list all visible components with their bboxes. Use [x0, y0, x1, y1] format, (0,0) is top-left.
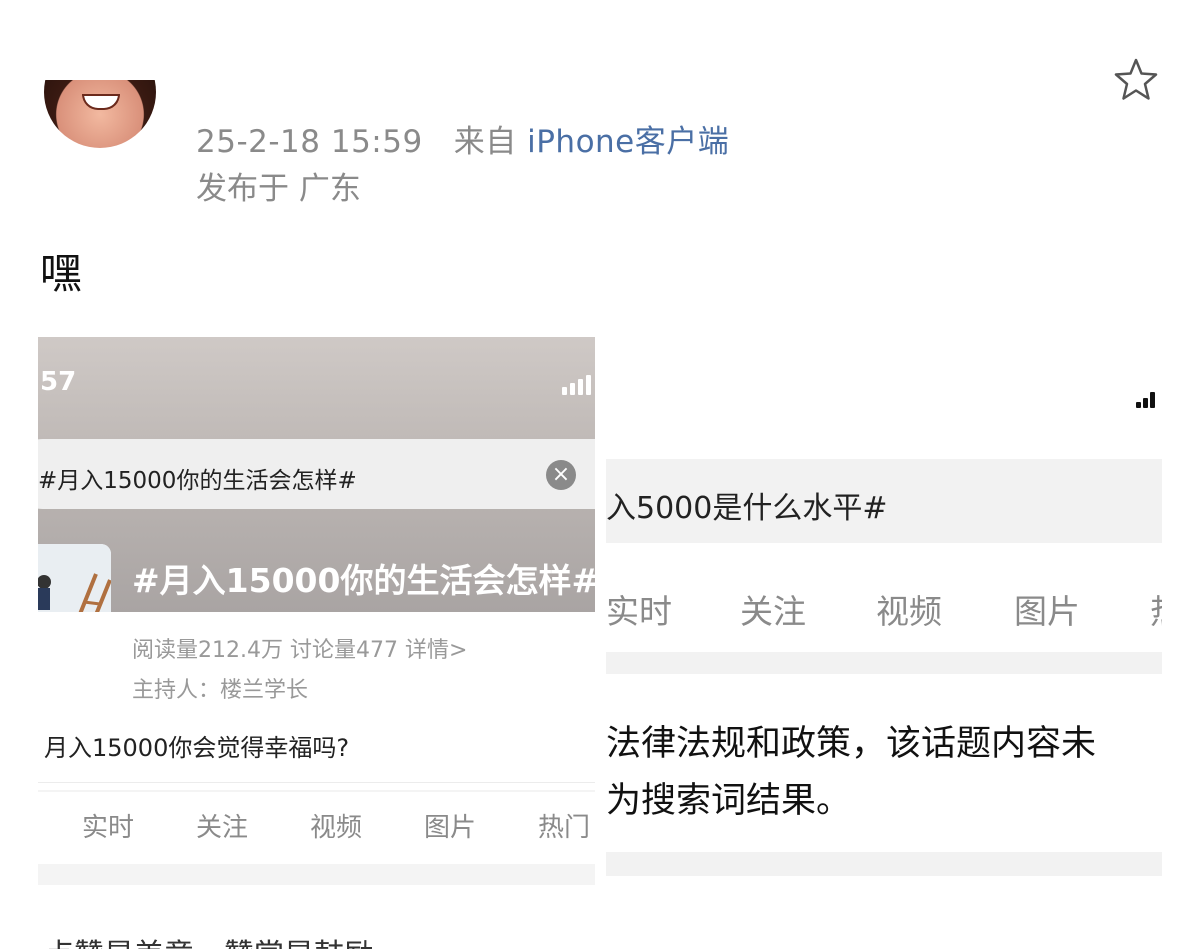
- tab-follow[interactable]: 关注: [740, 585, 806, 633]
- source-prefix: 来自: [453, 124, 517, 160]
- signal-icon: [1136, 389, 1157, 408]
- tab-hot[interactable]: 热门: [538, 807, 590, 844]
- tab-images[interactable]: 图片: [1014, 585, 1080, 633]
- topic-stats[interactable]: 阅读量212.4万 讨论量477 详情>: [132, 632, 467, 664]
- post-time: 25-2-18 15:59: [196, 124, 423, 160]
- topic-host: 主持人：楼兰学长: [132, 678, 309, 703]
- tab-video[interactable]: 视频: [310, 807, 362, 844]
- notice-line-2: 为搜索词结果。: [606, 781, 852, 821]
- search-value: #月入15000你的生活会怎样#: [38, 468, 357, 494]
- post-text: 嘿: [40, 249, 83, 298]
- post-image-right[interactable]: 入5000是什么水平# 实时 关注 视频 图片 热 法律法规和政策，该话题内容未…: [606, 337, 1162, 893]
- divider: [38, 782, 595, 783]
- star-outline-icon[interactable]: [1112, 56, 1160, 104]
- topic-question: 月入15000你会觉得幸福吗?: [44, 734, 350, 762]
- search-value: 入5000是什么水平#: [606, 491, 888, 526]
- footer-text: 点赞是美意，赞赏是鼓励: [44, 930, 374, 949]
- tab-hot[interactable]: 热: [1150, 585, 1162, 633]
- tab-realtime[interactable]: 实时: [606, 585, 672, 633]
- post-meta: 25-2-18 15:59 来自 iPhone客户端: [196, 116, 729, 161]
- tab-images[interactable]: 图片: [424, 807, 476, 844]
- tab-realtime[interactable]: 实时: [82, 807, 134, 844]
- tab-video[interactable]: 视频: [876, 585, 942, 633]
- signal-icon: [562, 375, 594, 395]
- tab-follow[interactable]: 关注: [196, 807, 248, 844]
- section-gap: [606, 852, 1162, 876]
- avatar[interactable]: [44, 80, 156, 156]
- clear-icon[interactable]: ×: [546, 460, 576, 490]
- section-gap: [606, 652, 1162, 674]
- topic-title: #月入15000你的生活会怎样#: [132, 561, 595, 600]
- post-image-left[interactable]: 57 #月入15000你的生活会怎样# × #月入15000你的生活会怎样# 阅…: [38, 337, 595, 885]
- post-location: 发布于 广东: [196, 171, 361, 207]
- source-link[interactable]: iPhone客户端: [527, 124, 729, 160]
- status-time: 57: [40, 367, 77, 397]
- notice-line-1: 法律法规和政策，该话题内容未: [606, 724, 1097, 764]
